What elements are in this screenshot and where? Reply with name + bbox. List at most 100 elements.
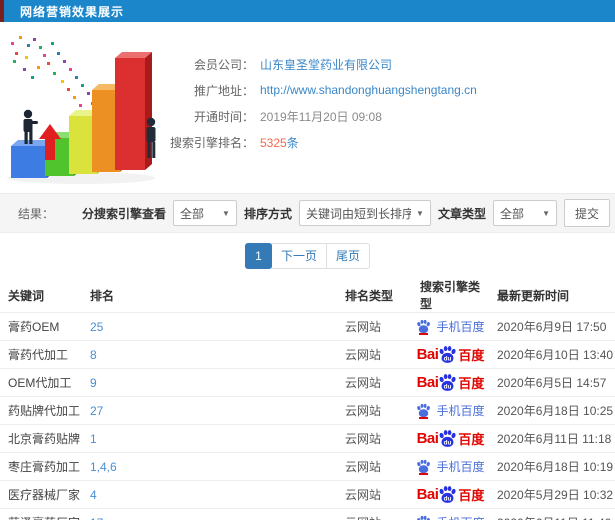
mobile-baidu-logo: 手机百度 xyxy=(416,318,485,335)
accent-stripe xyxy=(0,0,4,22)
rank-type-cell: 云网站 xyxy=(337,396,412,425)
sort-select[interactable]: 关键词由短到长排序 ▼ xyxy=(298,200,431,226)
updated-cell: 2020年6月18日 10:19 xyxy=(489,452,615,481)
table-row: 菏泽膏药厂家 17 云网站 手机百度 2020年6月11日 11:40 xyxy=(0,508,615,520)
open-time-row: 开通时间： 2019年11月20日 09:08 xyxy=(168,103,477,129)
updated-cell: 2020年6月18日 10:25 xyxy=(489,396,615,425)
updated-cell: 2020年6月10日 13:40 xyxy=(489,340,615,369)
promo-url-link[interactable]: http://www.shandonghuangshengtang.cn xyxy=(260,83,477,97)
keyword-cell: 医疗器械厂家 xyxy=(0,480,82,509)
engine-filter-label: 分搜索引擎查看 xyxy=(81,206,166,221)
rank-type-cell: 云网站 xyxy=(337,340,412,369)
company-row: 会员公司： 山东皇圣堂药业有限公司 xyxy=(168,51,477,77)
account-info-section: 会员公司： 山东皇圣堂药业有限公司 推广地址： http://www.shand… xyxy=(0,22,615,193)
mobile-baidu-label: 手机百度 xyxy=(436,460,485,474)
filter-bar: 结果： 分搜索引擎查看 全部 ▼ 排序方式 关键词由短到长排序 ▼ 文章类型 全… xyxy=(0,193,615,233)
svg-text:du: du xyxy=(444,439,452,446)
table-header-row: 关键词 排名 排名类型 搜索引擎类型 最新更新时间 xyxy=(0,278,615,313)
bar-red xyxy=(115,52,152,170)
keyword-cell: OEM代加工 xyxy=(0,368,82,397)
table-row: 膏药代加工 8 云网站 Bai du 百度 2020年6月10日 13:40 xyxy=(0,340,615,369)
mobile-baidu-logo: 手机百度 xyxy=(416,402,485,419)
page-button-next[interactable]: 下一页 xyxy=(270,242,327,269)
baidu-logo: Bai du 百度 xyxy=(416,430,485,447)
baidu-paw-icon xyxy=(417,403,431,418)
promo-url-label: 推广地址： xyxy=(193,83,254,98)
chevron-down-icon: ▼ xyxy=(222,208,230,218)
rank-type-cell: 云网站 xyxy=(337,368,412,397)
result-label: 结果： xyxy=(18,206,55,221)
title-bar: 网络营销效果展示 xyxy=(0,0,615,22)
growth-bar-chart-illustration xyxy=(7,36,156,184)
keyword-cell: 枣庄膏药加工 xyxy=(0,452,82,481)
submit-button[interactable]: 提交 xyxy=(563,199,610,227)
baidu-paw-icon xyxy=(417,516,431,520)
mobile-baidu-label: 手机百度 xyxy=(436,320,485,334)
header-keyword: 关键词 xyxy=(8,288,45,303)
rank-link[interactable]: 1,4,6 xyxy=(90,460,117,474)
businessman-left xyxy=(23,109,38,144)
promo-url-row: 推广地址： http://www.shandonghuangshengtang.… xyxy=(168,77,477,103)
engine-select-value: 全部 xyxy=(179,206,204,221)
keyword-cell: 北京膏药贴牌 xyxy=(0,424,82,453)
engine-cell: 手机百度 xyxy=(412,508,489,520)
updated-cell: 2020年6月11日 11:18 xyxy=(489,424,615,453)
rank-type-cell: 云网站 xyxy=(337,508,412,520)
engine-cell: 手机百度 xyxy=(412,452,489,481)
mobile-baidu-label: 手机百度 xyxy=(436,514,484,520)
results-table: 关键词 排名 排名类型 搜索引擎类型 最新更新时间 膏药OEM 25 云网站 手… xyxy=(0,278,615,520)
mobile-baidu-logo: 手机百度 xyxy=(416,458,485,475)
rank-type-cell: 云网站 xyxy=(337,312,412,341)
rank-cell: 25 xyxy=(82,312,337,341)
rank-cell: 1,4,6 xyxy=(82,452,337,481)
article-type-select-value: 全部 xyxy=(499,206,524,221)
engine-cell: Bai du 百度 xyxy=(412,340,489,369)
updated-cell: 2020年5月29日 10:32 xyxy=(489,480,615,509)
sort-filter-label: 排序方式 xyxy=(243,206,292,221)
rank-link[interactable]: 4 xyxy=(90,488,97,502)
rank-link[interactable]: 25 xyxy=(90,320,103,334)
company-link[interactable]: 山东皇圣堂药业有限公司 xyxy=(260,56,392,73)
page-button-last[interactable]: 尾页 xyxy=(326,242,371,269)
pagination: 1 下一页 尾页 xyxy=(0,233,615,278)
rank-cell: 9 xyxy=(82,368,337,397)
open-time-value: 2019年11月20日 09:08 xyxy=(260,109,382,124)
svg-text:du: du xyxy=(444,495,452,502)
rank-type-cell: 云网站 xyxy=(337,424,412,453)
chevron-down-icon: ▼ xyxy=(416,208,424,218)
keyword-cell: 菏泽膏药厂家 xyxy=(0,508,82,520)
rank-link[interactable]: 9 xyxy=(90,376,97,390)
rank-link[interactable]: 1 xyxy=(90,432,97,446)
engine-cell: Bai du 百度 xyxy=(412,424,489,453)
rank-link[interactable]: 27 xyxy=(90,404,103,418)
table-row: 膏药OEM 25 云网站 手机百度 2020年6月9日 17:50 xyxy=(0,312,615,341)
baidu-logo: Bai du 百度 xyxy=(416,346,485,363)
baidu-logo: Bai du 百度 xyxy=(416,374,485,391)
header-rank: 排名 xyxy=(90,288,115,303)
baidu-paw-icon xyxy=(417,319,431,334)
baidu-paw-icon: du xyxy=(439,346,456,363)
keyword-cell: 药贴牌代加工 xyxy=(0,396,82,425)
table-row: 枣庄膏药加工 1,4,6 云网站 手机百度 2020年6月18日 10:19 xyxy=(0,452,615,481)
baidu-paw-icon: du xyxy=(439,430,456,447)
ranking-count-number: 5325 xyxy=(260,135,287,150)
updated-cell: 2020年6月11日 11:40 xyxy=(489,508,615,520)
baidu-paw-icon xyxy=(417,459,431,474)
baidu-paw-icon: du xyxy=(439,374,456,391)
updated-cell: 2020年6月9日 17:50 xyxy=(489,312,615,341)
table-row: 药贴牌代加工 27 云网站 手机百度 2020年6月18日 10:25 xyxy=(0,396,615,425)
rank-cell: 27 xyxy=(82,396,337,425)
mobile-baidu-label: 手机百度 xyxy=(436,404,485,418)
header-engine-type: 搜索引擎类型 xyxy=(420,280,481,311)
svg-text:du: du xyxy=(444,355,452,362)
rank-link[interactable]: 8 xyxy=(90,348,97,362)
rank-link[interactable]: 17 xyxy=(90,516,103,520)
table-row: 北京膏药贴牌 1 云网站 Bai du 百度 2020年6月11日 11:18 xyxy=(0,424,615,453)
engine-select[interactable]: 全部 ▼ xyxy=(172,200,237,226)
updated-cell: 2020年6月5日 14:57 xyxy=(489,368,615,397)
page-button-current[interactable]: 1 xyxy=(244,242,272,269)
engine-cell: 手机百度 xyxy=(412,312,489,341)
rank-cell: 1 xyxy=(82,424,337,453)
article-type-select[interactable]: 全部 ▼ xyxy=(492,200,557,226)
mobile-baidu-logo: 手机百度 xyxy=(416,514,485,520)
